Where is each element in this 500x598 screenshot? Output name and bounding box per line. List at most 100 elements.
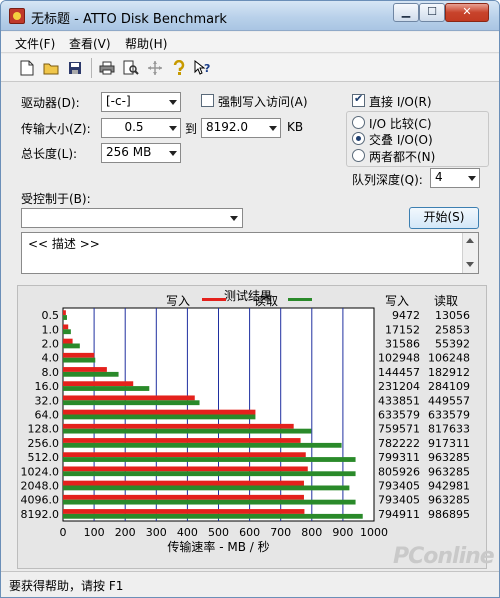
y-tick-label: 32.0	[35, 394, 60, 407]
y-tick-label: 1024.0	[21, 465, 60, 478]
title-bar[interactable]: 无标题 - ATTO Disk Benchmark ▁ ☐ ✕	[1, 1, 499, 31]
overlap-io-label: 交叠 I/O(O)	[369, 133, 433, 147]
total-length-label: 总长度(L):	[21, 147, 78, 161]
write-bar	[63, 338, 73, 344]
direct-io-checkbox[interactable]	[352, 92, 365, 107]
move-icon[interactable]	[145, 58, 165, 78]
queue-depth-value: 4	[435, 170, 443, 184]
overlap-io-radio[interactable]	[352, 132, 365, 145]
io-compare-radio[interactable]	[352, 116, 365, 129]
app-window: 无标题 - ATTO Disk Benchmark ▁ ☐ ✕ 文件(F) 查看…	[0, 0, 500, 598]
neither-label: 两者都不(N)	[369, 150, 436, 164]
queue-depth-label: 队列深度(Q):	[352, 173, 423, 187]
direct-io-label: 直接 I/O(R)	[369, 95, 432, 109]
kb-label: KB	[287, 120, 304, 134]
context-help-icon[interactable]: ?	[193, 58, 213, 78]
read-value: 963285	[428, 465, 470, 478]
column-header-read: 读取	[434, 294, 458, 308]
write-bar	[63, 438, 301, 443]
controlled-by-select[interactable]	[21, 208, 243, 228]
toolbar-separator	[91, 58, 92, 78]
legend-read-label: 读取	[254, 294, 278, 308]
write-value: 102948	[378, 352, 420, 365]
y-tick-label: 2.0	[42, 338, 60, 351]
write-value: 793405	[378, 494, 420, 507]
write-value: 793405	[378, 480, 420, 493]
write-value: 633579	[378, 409, 420, 422]
write-bar	[63, 423, 294, 429]
read-value: 284109	[428, 380, 470, 393]
y-tick-label: 0.5	[42, 309, 60, 322]
write-bar	[63, 409, 256, 415]
y-tick-label: 64.0	[35, 409, 60, 422]
open-icon[interactable]	[41, 58, 61, 78]
drive-select[interactable]: [-c-]	[101, 92, 181, 112]
write-bar	[63, 324, 69, 330]
description-scrollbar[interactable]	[462, 233, 478, 273]
write-bar	[63, 381, 134, 387]
close-button[interactable]: ✕	[445, 3, 489, 22]
svg-text:?: ?	[204, 62, 210, 75]
start-button[interactable]: 开始(S)	[409, 207, 479, 229]
column-header-write: 写入	[385, 294, 409, 308]
menu-file[interactable]: 文件(F)	[15, 35, 55, 52]
description-textarea[interactable]: << 描述 >>	[21, 232, 479, 274]
x-tick-label: 700	[270, 526, 291, 539]
print-icon[interactable]	[97, 58, 117, 78]
new-icon[interactable]	[17, 58, 37, 78]
save-icon[interactable]	[65, 58, 85, 78]
x-tick-label: 500	[208, 526, 229, 539]
transfer-to-select[interactable]: 8192.0	[201, 118, 281, 138]
read-bar	[63, 414, 256, 420]
read-bar	[63, 428, 312, 434]
menu-help[interactable]: 帮助(H)	[125, 35, 167, 52]
scroll-up-icon[interactable]	[466, 238, 474, 243]
x-tick-label: 1000	[360, 526, 388, 539]
minimize-button[interactable]: ▁	[393, 3, 419, 22]
help-icon[interactable]	[169, 58, 189, 78]
chevron-down-icon	[269, 126, 277, 131]
x-tick-label: 300	[146, 526, 167, 539]
read-bar	[63, 357, 96, 363]
read-bar	[63, 371, 119, 377]
y-tick-label: 128.0	[28, 423, 60, 436]
read-bar	[63, 485, 350, 491]
x-tick-label: 900	[332, 526, 353, 539]
chevron-down-icon	[169, 151, 177, 156]
app-icon	[9, 8, 25, 24]
controlled-by-label: 受控制于(B):	[21, 192, 91, 206]
scroll-down-icon[interactable]	[466, 262, 474, 267]
drive-label: 驱动器(D):	[21, 96, 80, 110]
total-length-select[interactable]: 256 MB	[101, 143, 181, 163]
legend-read-swatch	[288, 298, 312, 301]
read-value: 963285	[428, 494, 470, 507]
y-tick-label: 4.0	[42, 352, 60, 365]
write-value: 794911	[378, 508, 420, 521]
write-bar	[63, 310, 66, 316]
transfer-from-value: 0.5	[124, 120, 144, 134]
write-value: 759571	[378, 423, 420, 436]
io-compare-label: I/O 比较(C)	[369, 117, 432, 131]
queue-depth-select[interactable]: 4	[430, 168, 480, 188]
legend-write-swatch	[202, 298, 226, 301]
transfer-from-select[interactable]: 0.5	[101, 118, 181, 138]
y-tick-label: 8192.0	[21, 508, 60, 521]
menu-view[interactable]: 查看(V)	[69, 35, 111, 52]
x-tick-label: 100	[84, 526, 105, 539]
write-bar	[63, 466, 308, 472]
read-value: 13056	[435, 309, 470, 322]
read-value: 633579	[428, 409, 470, 422]
read-value: 25853	[435, 323, 470, 336]
y-tick-label: 8.0	[42, 366, 60, 379]
read-bar	[63, 471, 356, 477]
write-bar	[63, 452, 306, 458]
maximize-button[interactable]: ☐	[419, 3, 445, 22]
legend-write-label: 写入	[166, 294, 190, 308]
neither-radio[interactable]	[352, 149, 365, 162]
write-value: 782222	[378, 437, 420, 450]
force-write-checkbox[interactable]	[201, 94, 214, 107]
read-bar	[63, 499, 356, 505]
write-bar	[63, 480, 304, 486]
read-value: 963285	[428, 451, 470, 464]
print-preview-icon[interactable]	[121, 58, 141, 78]
